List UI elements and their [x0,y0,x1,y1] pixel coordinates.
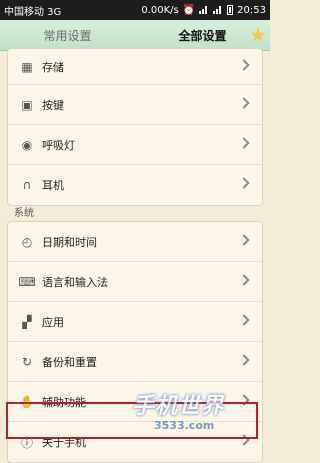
clock-icon: ◴ [21,234,33,249]
chevron-right-icon [238,354,250,366]
tab-all-settings[interactable]: 全部设置 [135,27,270,44]
settings-item-accessibility[interactable]: ✋ 辅助功能 [8,382,262,422]
hand-icon: ✋ [19,394,35,409]
keys-icon: ▣ [21,97,33,112]
chevron-right-icon [238,234,250,246]
chevron-right-icon [238,314,250,326]
chevron-right-icon [238,434,250,446]
settings-tabbar: 常用设置 全部设置 [0,20,270,51]
chevron-right-icon [238,394,250,406]
settings-item-about-phone[interactable]: ⓘ 关于手机 [8,422,262,462]
settings-item-headphones[interactable]: ∩ 耳机 [8,165,262,205]
keyboard-icon: ⌨ [18,274,36,289]
settings-item-date-time[interactable]: ◴ 日期和时间 [8,222,262,262]
settings-item-backup-reset[interactable]: ↻ 备份和重置 [8,342,262,382]
chevron-right-icon [238,274,250,286]
settings-item-breathing-light[interactable]: ◉ 呼吸灯 [8,125,262,165]
section-title-system: 系统 [14,208,34,219]
status-right: 0.00K/s ⏰ 20:53 [141,5,266,16]
chevron-right-icon [238,137,250,149]
carrier-label: 中国移动 3G [4,6,62,18]
info-icon: ⓘ [20,435,33,450]
storage-icon: ▦ [21,59,33,74]
battery-icon [227,5,234,15]
chevron-right-icon [238,59,250,71]
device-settings-group: ▦ 存储 ▣ 按键 ◉ 呼吸灯 ∩ 耳机 [7,48,263,206]
settings-item-keys[interactable]: ▣ 按键 [8,85,262,125]
tab-common-settings[interactable]: 常用设置 [0,27,135,44]
chevron-right-icon [238,177,250,189]
clock-time: 20:53 [237,4,266,16]
signal-icon [213,6,223,14]
network-speed: 0.00K/s [141,4,179,16]
headphones-icon: ∩ [22,178,32,192]
apps-icon: ▞ [22,314,32,329]
wifi-icon [199,6,209,14]
settings-item-storage[interactable]: ▦ 存储 [8,49,262,85]
chevron-right-icon [238,97,250,109]
alarm-icon: ⏰ [182,4,196,16]
settings-item-language-input[interactable]: ⌨ 语言和输入法 [8,262,262,302]
backup-icon: ↻ [21,354,33,369]
status-bar: 中国移动 3G 0.00K/s ⏰ 20:53 [0,0,270,20]
settings-item-apps[interactable]: ▞ 应用 [8,302,262,342]
breathing-light-icon: ◉ [21,137,33,152]
system-settings-group: ◴ 日期和时间 ⌨ 语言和输入法 ▞ 应用 ↻ 备份和重置 ✋ 辅助功能 ⓘ 关… [7,221,263,463]
